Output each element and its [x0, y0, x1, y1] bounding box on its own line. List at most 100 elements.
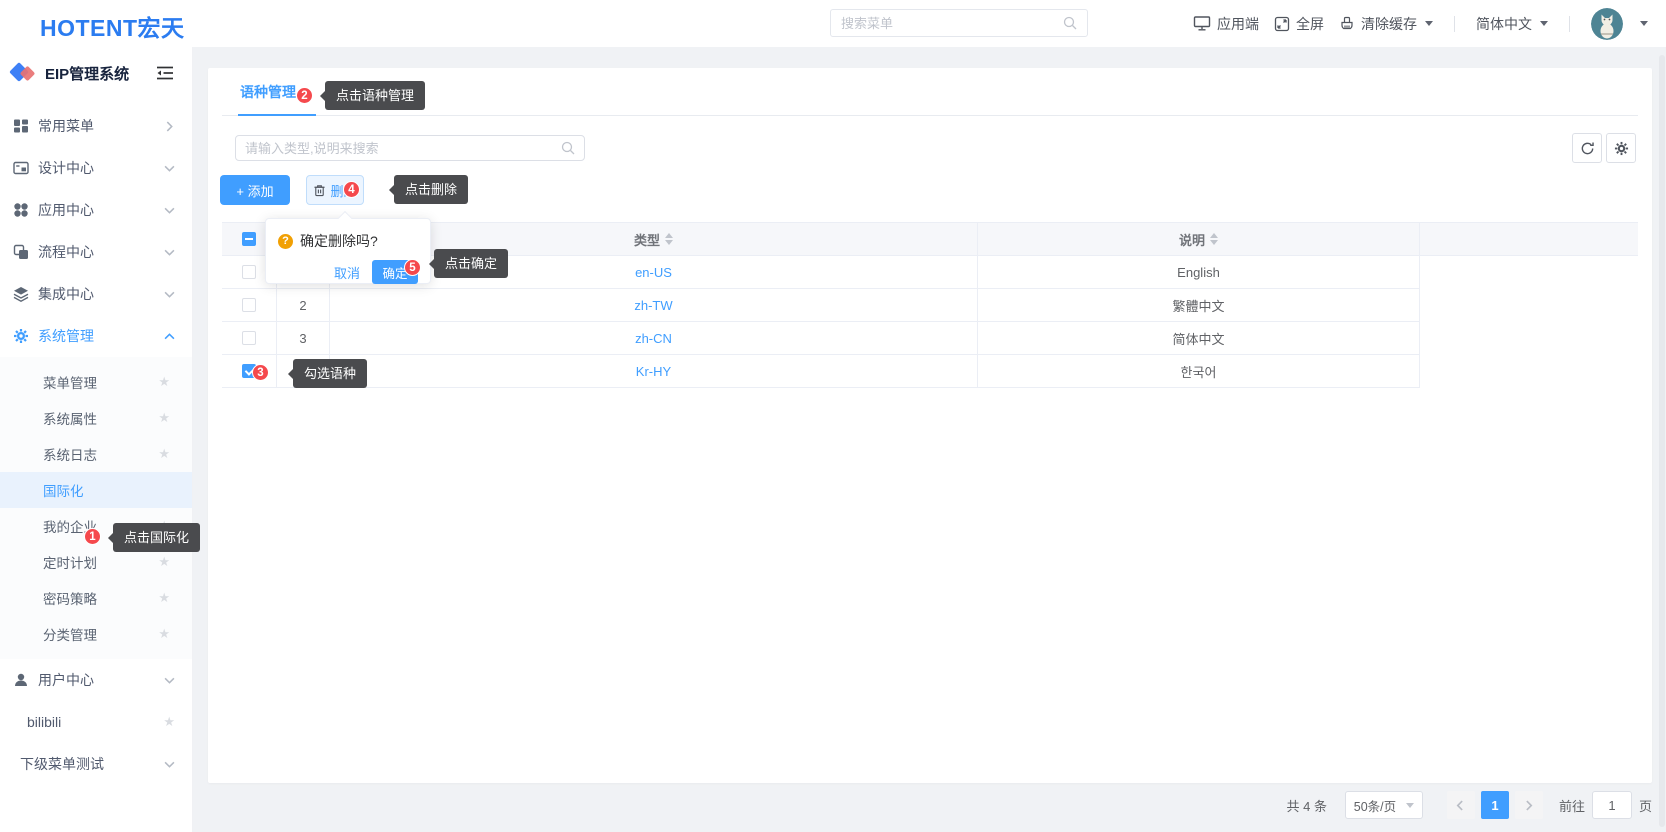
system-management-submenu: 菜单管理★ 系统属性★ 系统日志★ 国际化 我的企业★ 定时计划★	[0, 357, 192, 659]
sidebar: EIP管理系统 常用菜单 设计中心 应用中心 流程中心 集成中心 系统管理 菜单…	[0, 47, 201, 832]
chevron-down-icon	[1406, 802, 1415, 808]
sidebar-header: EIP管理系统	[0, 47, 192, 99]
table-search-input[interactable]	[245, 140, 561, 156]
sort-icon[interactable]	[1210, 233, 1218, 245]
sidebar-item-label: bilibili	[27, 714, 62, 730]
column-settings-button[interactable]	[1606, 133, 1636, 163]
popconfirm-message: 确定删除吗?	[300, 233, 378, 249]
table-row[interactable]: 2 zh-TW 繁體中文	[222, 289, 1420, 322]
table-search-box[interactable]	[235, 135, 585, 161]
language-table: 类型 说明 1 en-US English 2 zh-TW 繁體中文	[222, 222, 1638, 388]
user-avatar[interactable]	[1591, 7, 1623, 40]
sidebar-item-system-management[interactable]: 系统管理	[0, 315, 192, 357]
type-link[interactable]: en-US	[635, 265, 672, 280]
type-link[interactable]: Kr-HY	[636, 364, 671, 379]
sidebar-item-integration-center[interactable]: 集成中心	[0, 273, 192, 315]
chevron-down-icon	[164, 759, 175, 770]
app-client-button[interactable]: 应用端	[1193, 14, 1259, 34]
sidebar-menu: 常用菜单 设计中心 应用中心 流程中心 集成中心 系统管理 菜单管理 ★ 系统属…	[0, 105, 192, 785]
sidebar-item-submenu-test[interactable]: 下级菜单测试	[0, 743, 192, 785]
page-size-select[interactable]: 50条/页	[1344, 791, 1423, 819]
refresh-button[interactable]	[1572, 133, 1602, 163]
row-checkbox-cell	[222, 322, 277, 354]
language-select[interactable]: 简体中文	[1476, 14, 1548, 34]
i18n-step-tooltip: 点击国际化	[107, 523, 201, 552]
vertical-scrollbar[interactable]	[1659, 55, 1665, 827]
sidebar-item-user-center[interactable]: 用户中心	[0, 659, 192, 701]
type-link[interactable]: zh-TW	[634, 298, 672, 313]
star-icon[interactable]: ★	[158, 446, 170, 462]
grid-icon	[13, 118, 30, 134]
row-checkbox[interactable]	[242, 298, 256, 312]
subitem-label: 系统属性	[43, 412, 97, 427]
row-index: 2	[277, 289, 330, 321]
fullscreen-button[interactable]: 全屏	[1274, 14, 1324, 34]
subitem-label: 密码策略	[43, 592, 97, 607]
desc-column-header[interactable]: 说明	[978, 223, 1420, 255]
star-icon[interactable]: ★	[158, 626, 170, 642]
sidebar-item-common-menu[interactable]: 常用菜单	[0, 105, 192, 147]
avatar-chevron-down-icon[interactable]	[1640, 21, 1648, 26]
row-checkbox[interactable]	[242, 331, 256, 345]
table-row[interactable]: 4 Kr-HY 한국어	[222, 355, 1420, 388]
table-row[interactable]: 3 zh-CN 简体中文	[222, 322, 1420, 355]
sidebar-item-bilibili[interactable]: bilibili ★	[0, 701, 192, 743]
sidebar-item-label: 应用中心	[38, 202, 94, 218]
sidebar-subitem-menu-management[interactable]: 菜单管理 ★	[0, 364, 192, 400]
system-logo-icon	[9, 60, 39, 86]
type-link[interactable]: zh-CN	[635, 331, 672, 346]
system-title: EIP管理系统	[45, 65, 130, 83]
sidebar-subitem-password-policy[interactable]: 密码策略 ★	[0, 580, 192, 616]
sidebar-item-label: 流程中心	[38, 244, 94, 260]
select-all-checkbox[interactable]	[242, 232, 256, 246]
next-page-button[interactable]	[1514, 791, 1543, 819]
step-badge-1: 1	[84, 528, 101, 545]
current-page-button[interactable]: 1	[1480, 791, 1509, 819]
apps-icon	[13, 202, 30, 218]
add-button-label: 添加	[247, 183, 274, 199]
step-badge-3: 3	[252, 364, 269, 381]
column-label: 类型	[633, 232, 660, 248]
chevron-down-icon	[164, 163, 175, 174]
sidebar-item-process-center[interactable]: 流程中心	[0, 231, 192, 273]
cancel-button[interactable]: 取消	[334, 263, 360, 282]
clear-cache-button[interactable]: 清除缓存	[1339, 14, 1433, 34]
sidebar-subitem-category-management[interactable]: 分类管理 ★	[0, 616, 192, 652]
star-icon[interactable]: ★	[158, 554, 170, 570]
prev-page-button[interactable]	[1446, 791, 1475, 819]
top-header: HOTENT宏天 应用端 全屏	[0, 0, 1666, 47]
sidebar-item-app-center[interactable]: 应用中心	[0, 189, 192, 231]
sidebar-item-label: 常用菜单	[38, 118, 94, 134]
gear-icon	[1614, 141, 1629, 156]
row-checkbox[interactable]	[242, 265, 256, 279]
menu-search-input[interactable]	[841, 15, 1063, 31]
sidebar-subitem-system-properties[interactable]: 系统属性 ★	[0, 400, 192, 436]
star-icon[interactable]: ★	[158, 374, 170, 390]
trash-icon	[313, 184, 326, 197]
flow-icon	[13, 244, 30, 260]
tab-step-tooltip: 点击语种管理	[319, 81, 426, 110]
star-icon[interactable]: ★	[163, 714, 175, 730]
menu-search-box[interactable]	[830, 9, 1088, 37]
plus-icon: +	[236, 183, 248, 199]
row-desc: 繁體中文	[978, 289, 1420, 321]
sort-icon[interactable]	[665, 233, 673, 245]
sidebar-subitem-internationalization[interactable]: 国际化	[0, 472, 192, 508]
collapse-sidebar-icon[interactable]	[156, 66, 174, 80]
star-icon[interactable]: ★	[158, 590, 170, 606]
row-desc: 简体中文	[978, 322, 1420, 354]
row-desc: 한국어	[978, 355, 1420, 387]
star-icon[interactable]: ★	[158, 410, 170, 426]
check-row-step-tooltip: 勾选语种	[287, 359, 368, 388]
sidebar-item-label: 用户中心	[38, 672, 94, 688]
monitor-icon	[1193, 15, 1211, 32]
sidebar-subitem-system-logs[interactable]: 系统日志 ★	[0, 436, 192, 472]
user-icon	[13, 672, 30, 688]
fullscreen-label: 全屏	[1296, 15, 1324, 32]
row-type-cell: zh-TW	[330, 289, 978, 321]
goto-page-input[interactable]	[1591, 791, 1632, 819]
add-button[interactable]: + 添加	[220, 175, 290, 205]
sidebar-item-design-center[interactable]: 设计中心	[0, 147, 192, 189]
refresh-icon	[1580, 141, 1595, 156]
tab-language-management[interactable]: 语种管理	[240, 68, 296, 116]
